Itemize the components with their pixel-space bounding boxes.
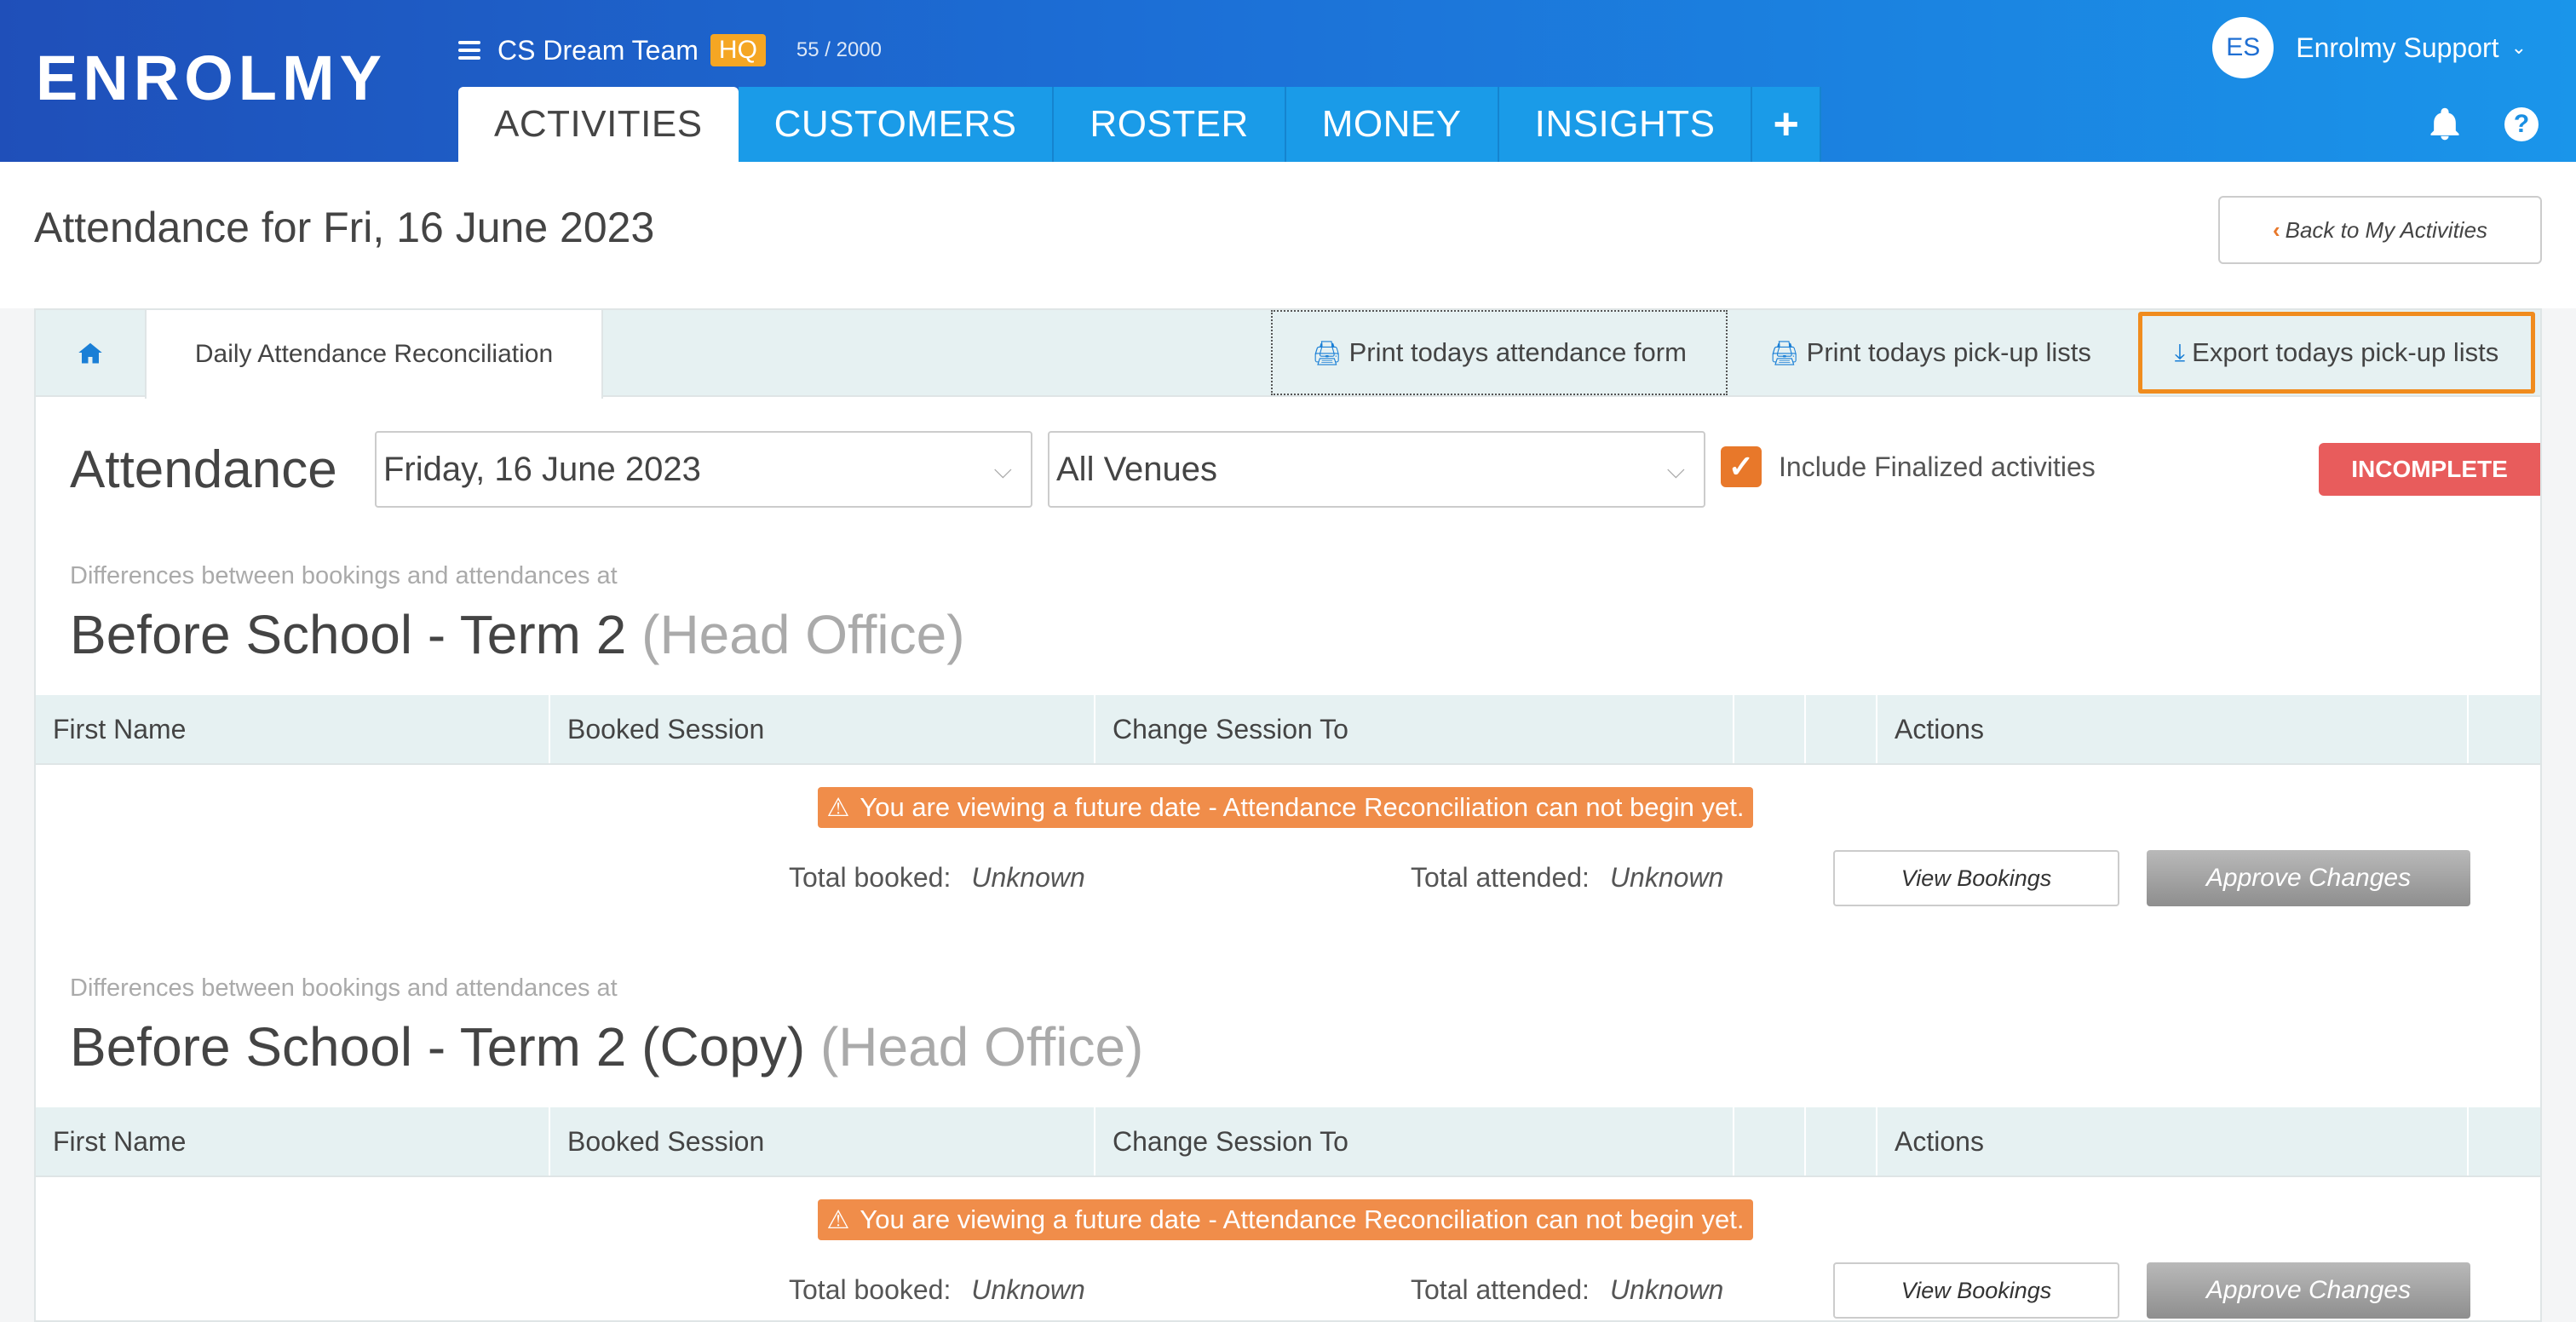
attendance-panel: Daily Attendance Reconciliation 🖨 Print …: [34, 308, 2542, 1322]
home-icon[interactable]: [36, 310, 145, 395]
page-title: Attendance for Fri, 16 June 2023: [34, 204, 655, 251]
total-attended: Total attended: Unknown: [1411, 1274, 1723, 1306]
back-to-activities-button[interactable]: ‹ Back to My Activities: [2218, 196, 2542, 264]
column-booked-session: Booked Session: [550, 1107, 1095, 1175]
activity-name: Before School - Term 2: [70, 604, 627, 665]
warning-icon: ⚠: [826, 793, 850, 822]
print-pickup-label: Print todays pick-up lists: [1806, 337, 2091, 367]
back-label: Back to My Activities: [2285, 216, 2488, 243]
attendance-filters: Attendance Friday, 16 June 2023 ⌵ All Ve…: [36, 431, 2540, 509]
column-actions: Actions: [1877, 695, 2469, 763]
team-name: CS Dream Team: [497, 34, 699, 66]
panel-tabbar: Daily Attendance Reconciliation 🖨 Print …: [36, 310, 2540, 399]
tab-insights[interactable]: INSIGHTS: [1498, 87, 1753, 162]
table-header: First Name Booked Session Change Session…: [36, 695, 2540, 765]
column-change-session: Change Session To: [1095, 695, 1734, 763]
tab-money[interactable]: MONEY: [1285, 87, 1499, 162]
activity-name: Before School - Term 2 (Copy): [70, 1016, 806, 1078]
chevron-down-icon: ⌵: [993, 457, 1012, 483]
approve-changes-button[interactable]: Approve Changes: [2147, 1262, 2470, 1319]
total-booked: Total booked: Unknown: [789, 862, 1085, 894]
tab-customers[interactable]: CUSTOMERS: [738, 87, 1055, 162]
column-blank: [1806, 1107, 1877, 1175]
column-blank: [1734, 695, 1806, 763]
total-attended-value: Unknown: [1609, 862, 1724, 893]
total-booked-label: Total booked:: [789, 862, 952, 893]
approve-changes-button[interactable]: Approve Changes: [2147, 850, 2470, 906]
future-date-warning: ⚠ You are viewing a future date - Attend…: [818, 787, 1753, 828]
column-first-name: First Name: [36, 695, 550, 763]
print-pickup-lists-button[interactable]: 🖨 Print todays pick-up lists: [1750, 310, 2111, 395]
column-actions: Actions: [1877, 1107, 2469, 1175]
enrolmy-logo[interactable]: ENROLMY: [36, 47, 387, 110]
download-icon: ⤓: [2174, 338, 2186, 365]
total-attended-label: Total attended:: [1411, 862, 1590, 893]
chevron-left-icon: ‹: [2272, 216, 2280, 243]
venue-name: (Head Office): [641, 604, 965, 665]
column-first-name: First Name: [36, 1107, 550, 1175]
column-blank: [1806, 695, 1877, 763]
include-finalized-toggle[interactable]: ✓ Include Finalized activities: [1721, 446, 2096, 487]
section-title: Before School - Term 2 (Head Office): [70, 603, 965, 666]
main-nav: ACTIVITIES CUSTOMERS ROSTER MONEY INSIGH…: [458, 87, 1822, 162]
total-booked-value: Unknown: [971, 1274, 1085, 1305]
top-header: ENROLMY CS Dream Team HQ 55 / 2000 ES En…: [0, 0, 2576, 162]
export-pickup-label: Export todays pick-up lists: [2192, 337, 2499, 367]
view-bookings-button[interactable]: View Bookings: [1833, 1262, 2119, 1319]
venue-select-value: All Venues: [1056, 450, 1218, 488]
printer-icon: 🖨: [1769, 339, 1800, 366]
print-attendance-form-button[interactable]: 🖨 Print todays attendance form: [1271, 310, 1728, 395]
tab-daily-reconciliation[interactable]: Daily Attendance Reconciliation: [145, 310, 603, 399]
page-header: Attendance for Fri, 16 June 2023 ‹ Back …: [0, 162, 2576, 308]
section-subtitle: Differences between bookings and attenda…: [70, 974, 618, 1002]
user-menu[interactable]: ES Enrolmy Support ⌄: [2212, 17, 2527, 78]
column-booked-session: Booked Session: [550, 695, 1095, 763]
warning-icon: ⚠: [826, 1205, 850, 1234]
menu-icon[interactable]: [458, 41, 480, 60]
help-icon[interactable]: ?: [2504, 107, 2539, 141]
user-name[interactable]: Enrolmy Support: [2296, 32, 2498, 64]
date-select-value: Friday, 16 June 2023: [383, 450, 701, 488]
total-attended-value: Unknown: [1609, 1274, 1724, 1305]
team-count: 55 / 2000: [796, 38, 883, 61]
column-change-session: Change Session To: [1095, 1107, 1734, 1175]
printer-icon: 🖨: [1312, 339, 1343, 366]
warning-text: You are viewing a future date - Attendan…: [860, 1204, 1745, 1234]
total-attended: Total attended: Unknown: [1411, 862, 1723, 894]
venue-name: (Head Office): [819, 1016, 1144, 1078]
view-bookings-button[interactable]: View Bookings: [1833, 850, 2119, 906]
date-select[interactable]: Friday, 16 June 2023 ⌵: [375, 431, 1032, 508]
bell-icon[interactable]: [2426, 106, 2464, 143]
tab-roster[interactable]: ROSTER: [1054, 87, 1286, 162]
attendance-heading: Attendance: [70, 440, 337, 499]
total-booked-value: Unknown: [971, 862, 1085, 893]
tab-activities[interactable]: ACTIVITIES: [458, 87, 739, 162]
print-form-label: Print todays attendance form: [1348, 337, 1687, 367]
include-finalized-label: Include Finalized activities: [1779, 451, 2096, 482]
checkmark-icon[interactable]: ✓: [1721, 446, 1762, 487]
total-attended-label: Total attended:: [1411, 1274, 1590, 1305]
section-subtitle: Differences between bookings and attenda…: [70, 562, 618, 589]
add-tab-button[interactable]: +: [1752, 87, 1822, 162]
section-title: Before School - Term 2 (Copy) (Head Offi…: [70, 1015, 1143, 1078]
chevron-down-icon[interactable]: ⌄: [2511, 37, 2527, 59]
column-blank: [1734, 1107, 1806, 1175]
total-booked: Total booked: Unknown: [789, 1274, 1085, 1306]
avatar[interactable]: ES: [2212, 17, 2274, 78]
venue-select[interactable]: All Venues ⌵: [1048, 431, 1705, 508]
future-date-warning: ⚠ You are viewing a future date - Attend…: [818, 1199, 1753, 1240]
reconciliation-section: Differences between bookings and attenda…: [36, 562, 2540, 954]
team-switcher[interactable]: CS Dream Team HQ 55 / 2000: [458, 29, 882, 72]
header-icons: ?: [2426, 106, 2539, 143]
total-booked-label: Total booked:: [789, 1274, 952, 1305]
status-badge: INCOMPLETE: [2319, 443, 2540, 496]
hq-badge: HQ: [710, 34, 766, 66]
export-pickup-lists-button[interactable]: ⤓ Export todays pick-up lists: [2138, 312, 2535, 394]
warning-text: You are viewing a future date - Attendan…: [860, 792, 1745, 822]
chevron-down-icon: ⌵: [1666, 457, 1685, 483]
reconciliation-section: Differences between bookings and attenda…: [36, 974, 2540, 1322]
table-header: First Name Booked Session Change Session…: [36, 1107, 2540, 1177]
